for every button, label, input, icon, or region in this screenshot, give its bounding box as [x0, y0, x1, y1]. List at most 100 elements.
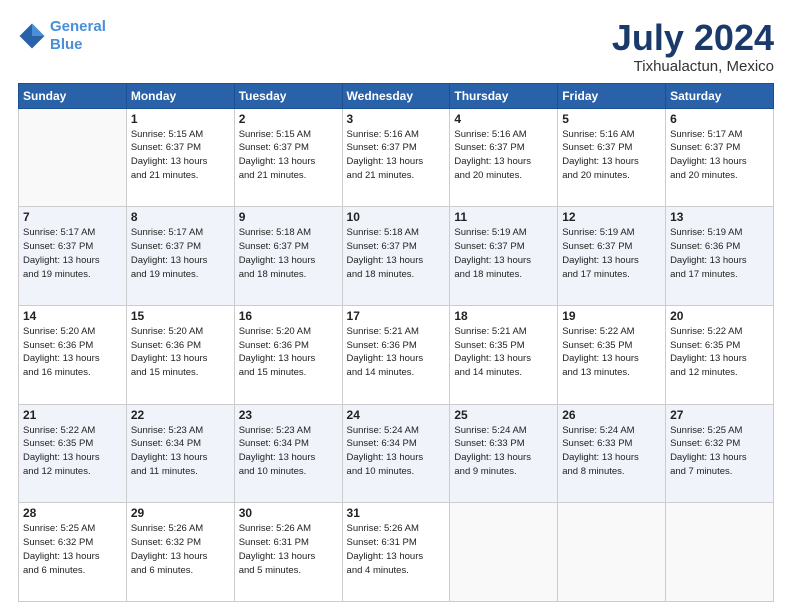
day-number: 14 — [23, 309, 122, 323]
calendar-cell: 21 Sunrise: 5:22 AM Sunset: 6:35 PM Dayli… — [19, 404, 127, 503]
calendar-cell: 28Sunrise: 5:25 AM Sunset: 6:32 PM Dayli… — [19, 503, 127, 602]
day-number: 23 — [239, 408, 338, 422]
day-info: Sunrise: 5:26 AM Sunset: 6:31 PM Dayligh… — [347, 522, 446, 577]
calendar-cell: 2 Sunrise: 5:15 AM Sunset: 6:37 PM Daylig… — [234, 108, 342, 207]
header-cell-sunday: Sunday — [19, 83, 127, 108]
day-number: 18 — [454, 309, 553, 323]
day-info: Sunrise: 5:23 AM Sunset: 6:34 PM Dayligh… — [131, 424, 230, 479]
day-info: Sunrise: 5:25 AM Sunset: 6:32 PM Dayligh… — [670, 424, 769, 479]
calendar-cell: 23 Sunrise: 5:23 AM Sunset: 6:34 PM Dayli… — [234, 404, 342, 503]
day-number: 7 — [23, 210, 122, 224]
day-info: Sunrise: 5:24 AM Sunset: 6:33 PM Dayligh… — [454, 424, 553, 479]
day-info: Sunrise: 5:26 AM Sunset: 6:31 PM Dayligh… — [239, 522, 338, 577]
calendar-cell: 27 Sunrise: 5:25 AM Sunset: 6:32 PM Dayli… — [666, 404, 774, 503]
calendar-cell: 18Sunrise: 5:21 AM Sunset: 6:35 PM Dayli… — [450, 305, 558, 404]
calendar-cell — [450, 503, 558, 602]
day-number: 1 — [131, 112, 230, 126]
day-number: 21 — [23, 408, 122, 422]
day-number: 10 — [347, 210, 446, 224]
day-info: Sunrise: 5:16 AM Sunset: 6:37 PM Dayligh… — [562, 128, 661, 183]
day-info: Sunrise: 5:20 AM Sunset: 6:36 PM Dayligh… — [23, 325, 122, 380]
day-info: Sunrise: 5:18 AM Sunset: 6:37 PM Dayligh… — [239, 226, 338, 281]
logo-text: General Blue — [50, 18, 106, 54]
day-info: Sunrise: 5:24 AM Sunset: 6:33 PM Dayligh… — [562, 424, 661, 479]
calendar-cell: 13Sunrise: 5:19 AM Sunset: 6:36 PM Dayli… — [666, 207, 774, 306]
day-info: Sunrise: 5:17 AM Sunset: 6:37 PM Dayligh… — [131, 226, 230, 281]
calendar-cell: 8 Sunrise: 5:17 AM Sunset: 6:37 PM Daylig… — [126, 207, 234, 306]
day-number: 4 — [454, 112, 553, 126]
calendar-cell: 5 Sunrise: 5:16 AM Sunset: 6:37 PM Daylig… — [558, 108, 666, 207]
calendar-cell: 16 Sunrise: 5:20 AM Sunset: 6:36 PM Dayli… — [234, 305, 342, 404]
day-number: 30 — [239, 506, 338, 520]
day-info: Sunrise: 5:19 AM Sunset: 6:37 PM Dayligh… — [454, 226, 553, 281]
day-number: 19 — [562, 309, 661, 323]
header-cell-friday: Friday — [558, 83, 666, 108]
calendar-cell: 6Sunrise: 5:17 AM Sunset: 6:37 PM Daylig… — [666, 108, 774, 207]
calendar-cell: 4 Sunrise: 5:16 AM Sunset: 6:37 PM Daylig… — [450, 108, 558, 207]
calendar-cell: 12 Sunrise: 5:19 AM Sunset: 6:37 PM Dayli… — [558, 207, 666, 306]
day-number: 8 — [131, 210, 230, 224]
calendar-cell — [666, 503, 774, 602]
day-number: 25 — [454, 408, 553, 422]
day-info: Sunrise: 5:20 AM Sunset: 6:36 PM Dayligh… — [131, 325, 230, 380]
day-number: 11 — [454, 210, 553, 224]
day-number: 29 — [131, 506, 230, 520]
day-info: Sunrise: 5:18 AM Sunset: 6:37 PM Dayligh… — [347, 226, 446, 281]
calendar-cell: 15 Sunrise: 5:20 AM Sunset: 6:36 PM Dayli… — [126, 305, 234, 404]
day-number: 16 — [239, 309, 338, 323]
day-number: 31 — [347, 506, 446, 520]
day-number: 17 — [347, 309, 446, 323]
header-cell-wednesday: Wednesday — [342, 83, 450, 108]
calendar-header-row: SundayMondayTuesdayWednesdayThursdayFrid… — [19, 83, 774, 108]
calendar-week-row: 7 Sunrise: 5:17 AM Sunset: 6:37 PM Daylig… — [19, 207, 774, 306]
day-info: Sunrise: 5:20 AM Sunset: 6:36 PM Dayligh… — [239, 325, 338, 380]
day-number: 28 — [23, 506, 122, 520]
calendar-cell: 20 Sunrise: 5:22 AM Sunset: 6:35 PM Dayli… — [666, 305, 774, 404]
calendar-week-row: 14 Sunrise: 5:20 AM Sunset: 6:36 PM Dayli… — [19, 305, 774, 404]
day-number: 9 — [239, 210, 338, 224]
day-number: 26 — [562, 408, 661, 422]
calendar-cell: 31 Sunrise: 5:26 AM Sunset: 6:31 PM Dayli… — [342, 503, 450, 602]
calendar-cell: 26 Sunrise: 5:24 AM Sunset: 6:33 PM Dayli… — [558, 404, 666, 503]
main-title: July 2024 — [612, 18, 774, 58]
day-info: Sunrise: 5:17 AM Sunset: 6:37 PM Dayligh… — [23, 226, 122, 281]
day-info: Sunrise: 5:15 AM Sunset: 6:37 PM Dayligh… — [131, 128, 230, 183]
day-info: Sunrise: 5:15 AM Sunset: 6:37 PM Dayligh… — [239, 128, 338, 183]
calendar-cell: 9 Sunrise: 5:18 AM Sunset: 6:37 PM Daylig… — [234, 207, 342, 306]
day-info: Sunrise: 5:23 AM Sunset: 6:34 PM Dayligh… — [239, 424, 338, 479]
day-number: 20 — [670, 309, 769, 323]
day-number: 15 — [131, 309, 230, 323]
day-info: Sunrise: 5:22 AM Sunset: 6:35 PM Dayligh… — [670, 325, 769, 380]
day-info: Sunrise: 5:21 AM Sunset: 6:36 PM Dayligh… — [347, 325, 446, 380]
calendar-cell: 3Sunrise: 5:16 AM Sunset: 6:37 PM Daylig… — [342, 108, 450, 207]
day-number: 12 — [562, 210, 661, 224]
day-info: Sunrise: 5:22 AM Sunset: 6:35 PM Dayligh… — [23, 424, 122, 479]
logo: General Blue — [18, 18, 106, 54]
header-cell-saturday: Saturday — [666, 83, 774, 108]
day-number: 2 — [239, 112, 338, 126]
day-number: 24 — [347, 408, 446, 422]
calendar-cell: 30 Sunrise: 5:26 AM Sunset: 6:31 PM Dayli… — [234, 503, 342, 602]
calendar-cell: 17 Sunrise: 5:21 AM Sunset: 6:36 PM Dayli… — [342, 305, 450, 404]
day-number: 22 — [131, 408, 230, 422]
day-info: Sunrise: 5:19 AM Sunset: 6:37 PM Dayligh… — [562, 226, 661, 281]
day-info: Sunrise: 5:24 AM Sunset: 6:34 PM Dayligh… — [347, 424, 446, 479]
day-info: Sunrise: 5:19 AM Sunset: 6:36 PM Dayligh… — [670, 226, 769, 281]
calendar-cell: 25 Sunrise: 5:24 AM Sunset: 6:33 PM Dayli… — [450, 404, 558, 503]
calendar-cell: 19 Sunrise: 5:22 AM Sunset: 6:35 PM Dayli… — [558, 305, 666, 404]
day-number: 5 — [562, 112, 661, 126]
day-number: 27 — [670, 408, 769, 422]
subtitle: Tixhualactun, Mexico — [612, 58, 774, 75]
page: General Blue July 2024 Tixhualactun, Mex… — [0, 0, 792, 612]
calendar-week-row: 1 Sunrise: 5:15 AM Sunset: 6:37 PM Daylig… — [19, 108, 774, 207]
calendar-cell: 29 Sunrise: 5:26 AM Sunset: 6:32 PM Dayli… — [126, 503, 234, 602]
day-number: 3 — [347, 112, 446, 126]
calendar-cell: 7 Sunrise: 5:17 AM Sunset: 6:37 PM Daylig… — [19, 207, 127, 306]
day-info: Sunrise: 5:22 AM Sunset: 6:35 PM Dayligh… — [562, 325, 661, 380]
calendar-cell — [558, 503, 666, 602]
header: General Blue July 2024 Tixhualactun, Mex… — [18, 18, 774, 75]
day-info: Sunrise: 5:26 AM Sunset: 6:32 PM Dayligh… — [131, 522, 230, 577]
day-info: Sunrise: 5:16 AM Sunset: 6:37 PM Dayligh… — [454, 128, 553, 183]
calendar-cell: 14 Sunrise: 5:20 AM Sunset: 6:36 PM Dayli… — [19, 305, 127, 404]
calendar-cell: 24 Sunrise: 5:24 AM Sunset: 6:34 PM Dayli… — [342, 404, 450, 503]
